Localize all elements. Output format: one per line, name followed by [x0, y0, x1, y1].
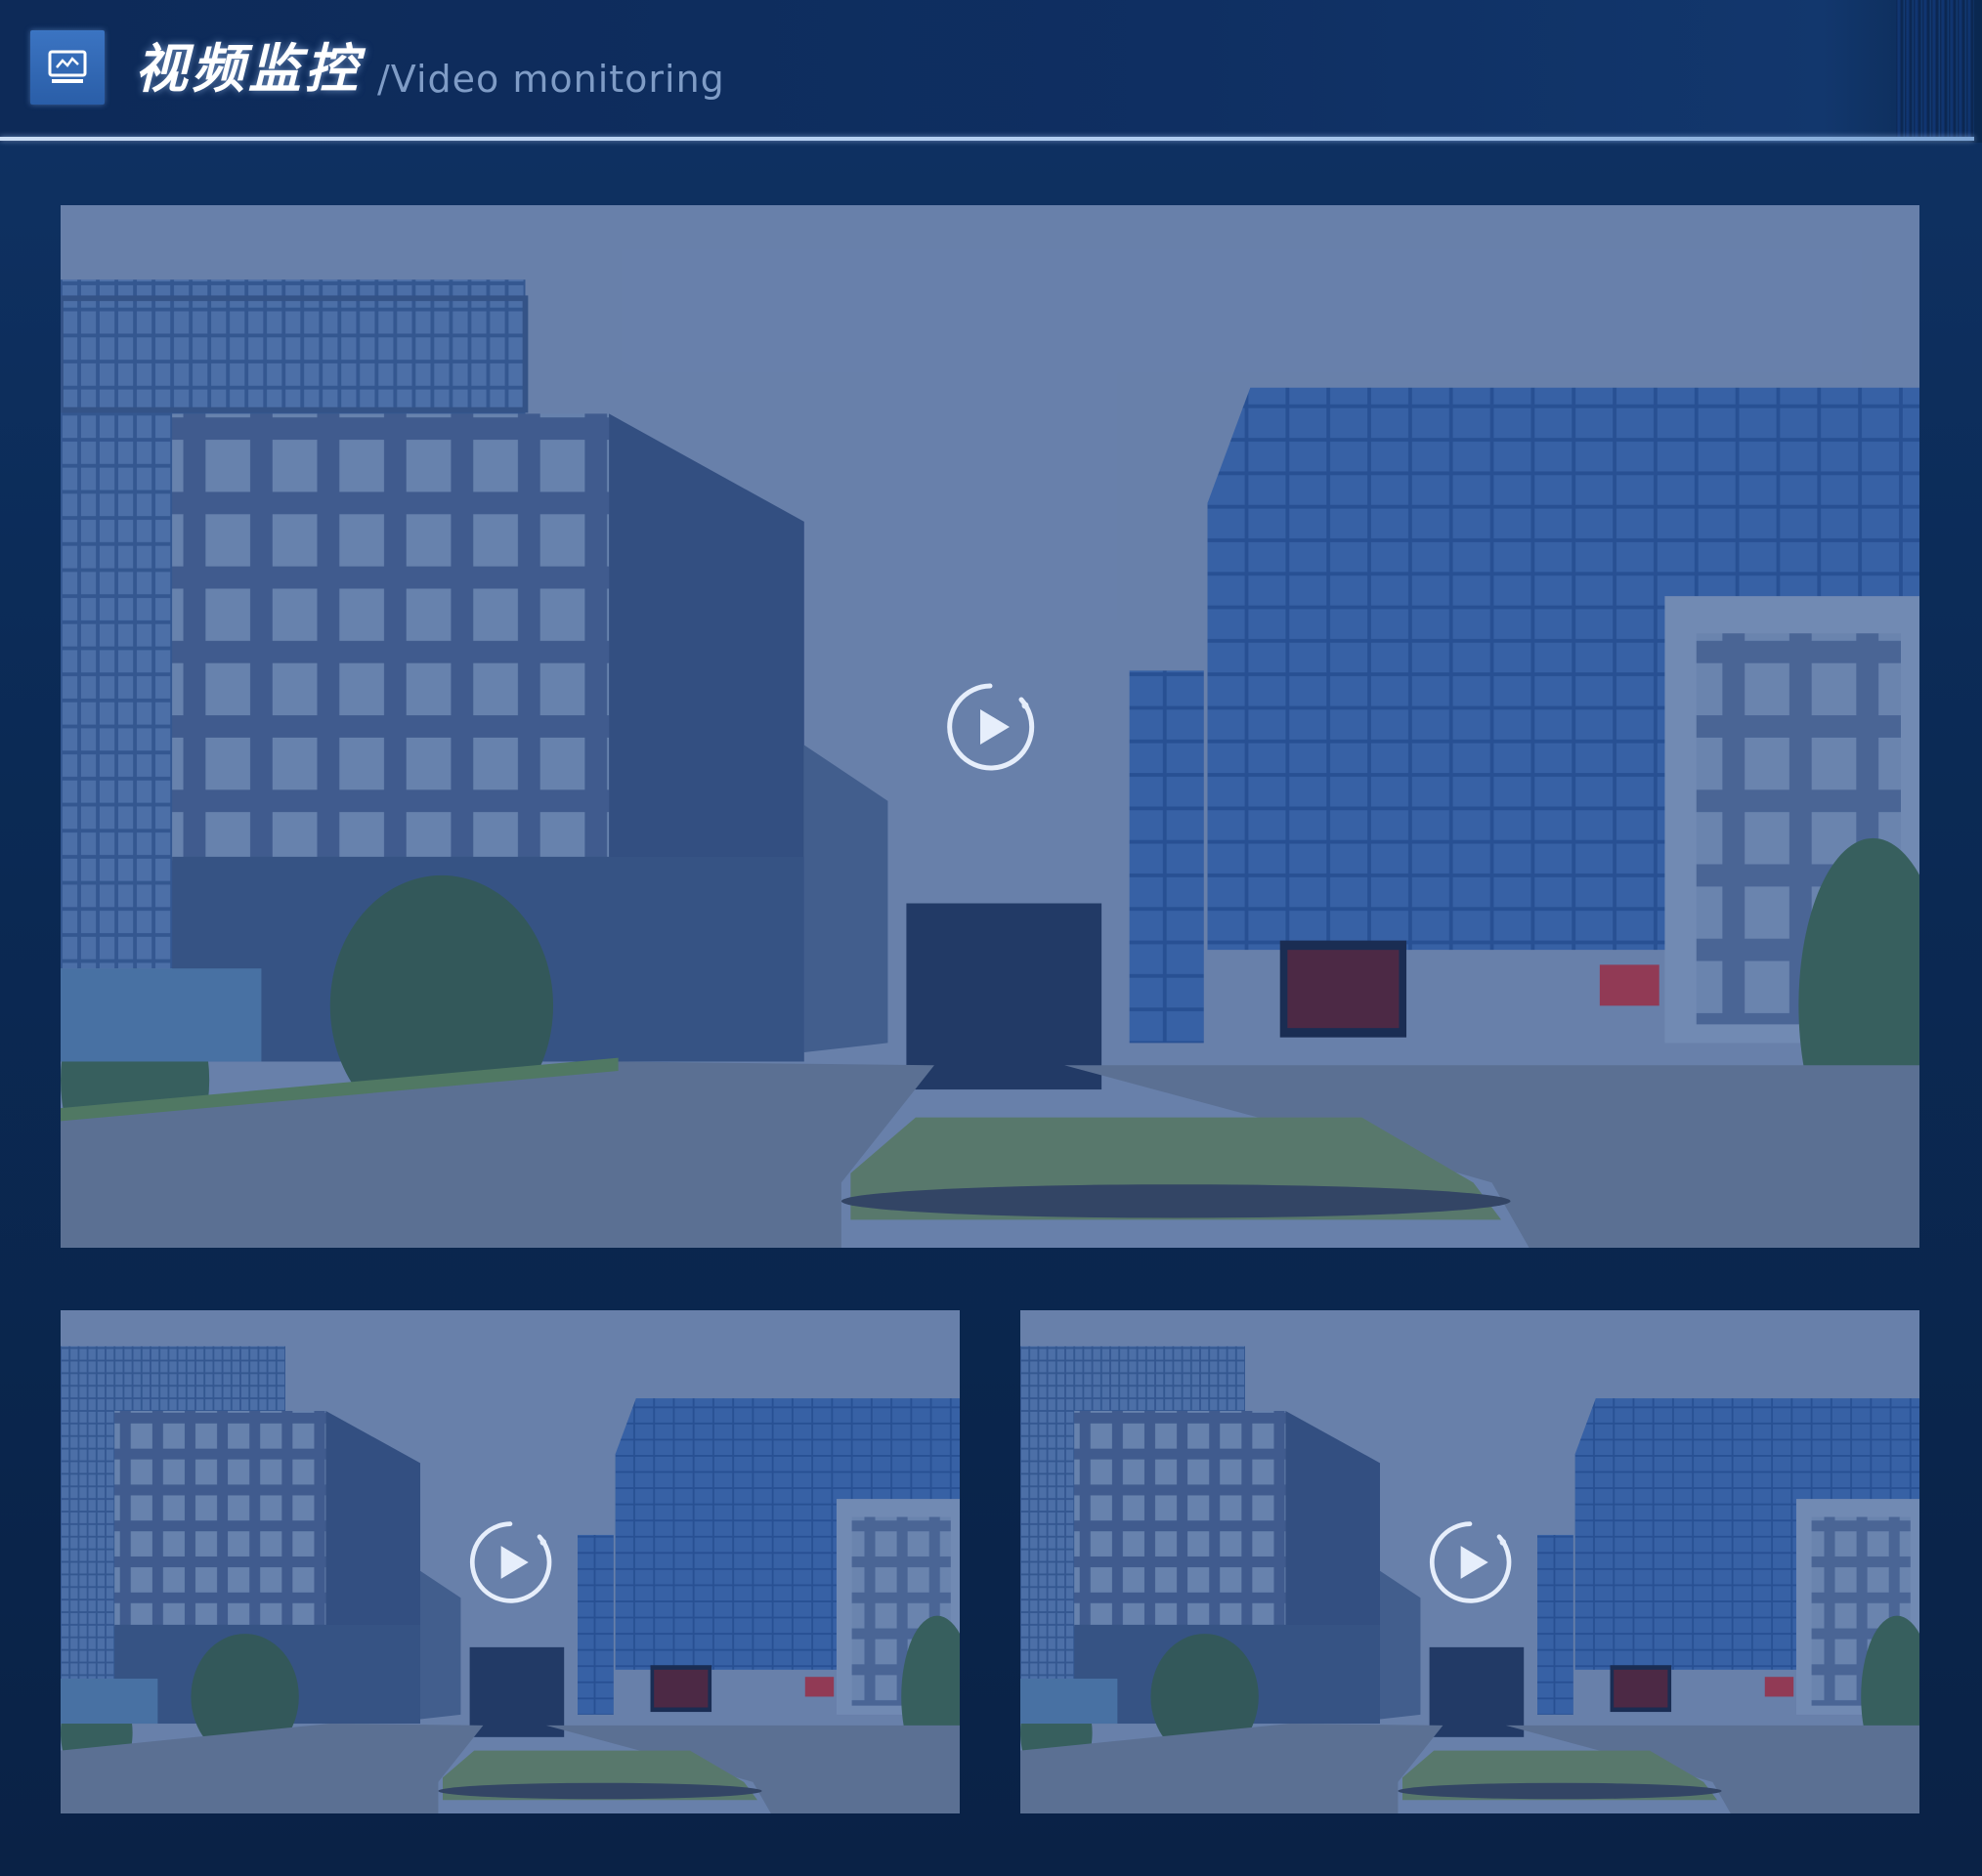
play-icon[interactable] — [1426, 1518, 1514, 1606]
panel-subtitle: /Video monitoring — [377, 58, 725, 101]
play-icon[interactable] — [466, 1518, 554, 1606]
header-decoration — [1896, 0, 1974, 137]
video-monitoring-panel: 视频监控 /Video monitoring — [0, 0, 1982, 1876]
play-icon[interactable] — [943, 680, 1037, 774]
video-feed-main[interactable] — [61, 205, 1919, 1248]
header-divider — [0, 137, 1974, 141]
video-feed-secondary-1[interactable] — [61, 1310, 960, 1813]
monitor-icon — [30, 30, 105, 105]
video-feed-secondary-2[interactable] — [1020, 1310, 1919, 1813]
panel-title: 视频监控 — [135, 38, 362, 100]
panel-header: 视频监控 /Video monitoring — [0, 0, 1982, 143]
